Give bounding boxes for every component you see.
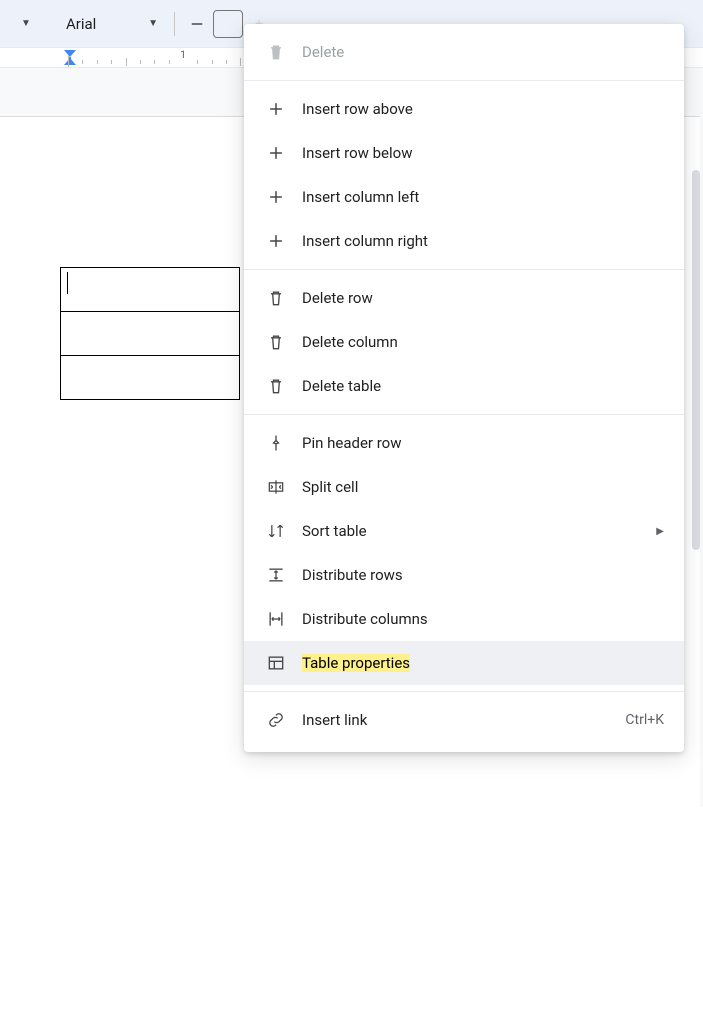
separator: [244, 414, 684, 415]
scrollbar-thumb[interactable]: [692, 170, 700, 550]
menu-label: Pin header row: [302, 434, 664, 452]
separator: [244, 80, 684, 81]
menu-label: Distribute columns: [302, 610, 664, 628]
menu-distribute-rows[interactable]: Distribute rows: [244, 553, 684, 597]
pin-icon: [264, 431, 288, 455]
font-size-decrease[interactable]: [181, 8, 213, 40]
shortcut-label: Ctrl+K: [625, 712, 664, 728]
distribute-columns-icon: [264, 607, 288, 631]
menu-insert-row-below[interactable]: Insert row below: [244, 131, 684, 175]
menu-insert-column-right[interactable]: Insert column right: [244, 219, 684, 263]
table-cell[interactable]: [61, 356, 240, 400]
menu-delete-column[interactable]: Delete column: [244, 320, 684, 364]
trash-icon: [264, 330, 288, 354]
vertical-scrollbar[interactable]: [689, 170, 703, 790]
separator: [174, 12, 175, 36]
trash-icon: [264, 40, 288, 64]
table-cell[interactable]: [61, 268, 240, 312]
menu-label: Insert column left: [302, 188, 664, 206]
text-cursor: [67, 272, 68, 294]
split-cell-icon: [264, 475, 288, 499]
table-cell[interactable]: [61, 312, 240, 356]
left-indent-marker[interactable]: [64, 58, 76, 65]
menu-label: Delete column: [302, 333, 664, 351]
minus-icon: [188, 15, 206, 33]
distribute-rows-icon: [264, 563, 288, 587]
menu-distribute-columns[interactable]: Distribute columns: [244, 597, 684, 641]
menu-insert-row-above[interactable]: Insert row above: [244, 87, 684, 131]
menu-label: Split cell: [302, 478, 664, 496]
plus-icon: [264, 185, 288, 209]
table-row[interactable]: [61, 356, 240, 400]
separator: [244, 691, 684, 692]
first-line-indent-marker[interactable]: [64, 50, 76, 57]
menu-label: Delete row: [302, 289, 664, 307]
menu-label: Table properties: [302, 654, 664, 672]
table-icon: [264, 651, 288, 675]
menu-label: Delete: [302, 43, 664, 61]
menu-delete-row[interactable]: Delete row: [244, 276, 684, 320]
submenu-arrow-icon: ▶: [656, 526, 664, 537]
menu-sort-table[interactable]: Sort table ▶: [244, 509, 684, 553]
menu-insert-column-left[interactable]: Insert column left: [244, 175, 684, 219]
link-icon: [264, 708, 288, 732]
plus-icon: [264, 97, 288, 121]
font-name-label: Arial: [66, 15, 144, 33]
menu-label: Insert row below: [302, 144, 664, 162]
ruler-label-1: 1: [180, 50, 186, 61]
font-picker[interactable]: Arial ▼: [56, 8, 168, 40]
menu-pin-header-row[interactable]: Pin header row: [244, 421, 684, 465]
plus-icon: [264, 141, 288, 165]
styles-dropdown[interactable]: ▼: [8, 8, 40, 40]
menu-label: Delete table: [302, 377, 664, 395]
context-menu: Delete Insert row above Insert row below…: [244, 24, 684, 752]
menu-delete-table[interactable]: Delete table: [244, 364, 684, 408]
plus-icon: [264, 229, 288, 253]
menu-split-cell[interactable]: Split cell: [244, 465, 684, 509]
trash-icon: [264, 286, 288, 310]
trash-icon: [264, 374, 288, 398]
menu-insert-link[interactable]: Insert link Ctrl+K: [244, 698, 684, 742]
sort-icon: [264, 519, 288, 543]
menu-table-properties[interactable]: Table properties: [244, 641, 684, 685]
menu-label: Insert column right: [302, 232, 664, 250]
menu-label: Insert row above: [302, 100, 664, 118]
table-row[interactable]: [61, 268, 240, 312]
font-size-box[interactable]: [213, 10, 243, 38]
menu-label: Distribute rows: [302, 566, 664, 584]
table-row[interactable]: [61, 312, 240, 356]
separator: [244, 269, 684, 270]
menu-label: Sort table: [302, 522, 656, 540]
menu-label: Insert link: [302, 711, 613, 729]
menu-delete[interactable]: Delete: [244, 30, 684, 74]
document-table[interactable]: [60, 267, 240, 400]
